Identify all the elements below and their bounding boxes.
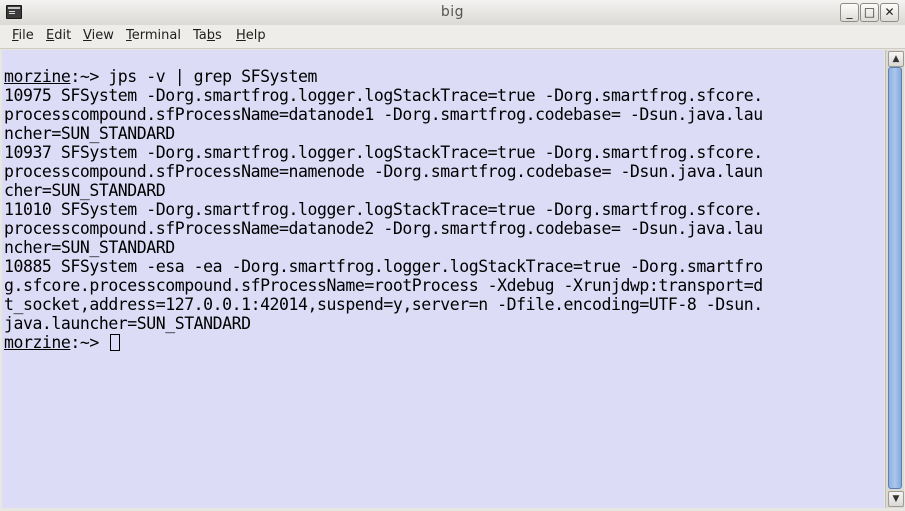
text-cursor — [110, 334, 121, 351]
prompt-suffix: :~> — [70, 333, 109, 352]
close-button[interactable]: ✕ — [880, 3, 899, 22]
output-line: processcompound.sfProcessName=namenode -… — [4, 162, 763, 181]
prompt-host: morzine — [4, 333, 71, 352]
vertical-scrollbar[interactable]: ▲ ▼ — [885, 50, 904, 508]
prompt-suffix: :~> — [70, 67, 109, 86]
output-line: ncher=SUN_STANDARD — [4, 124, 175, 143]
output-line: java.launcher=SUN_STANDARD — [4, 314, 251, 333]
output-line: t_socket,address=127.0.0.1:42014,suspend… — [4, 295, 763, 314]
prompt-host: morzine — [4, 67, 71, 86]
menu-file[interactable]: File — [12, 28, 34, 43]
terminal-text: morzine:~> jps -v | grep SFSystem 10975 … — [2, 50, 884, 352]
arrow-up-icon[interactable]: ▲ — [888, 51, 904, 67]
minimize-button[interactable]: _ — [840, 3, 859, 22]
output-line: 10885 SFSystem -esa -ea -Dorg.smartfrog.… — [4, 257, 763, 276]
title-bar[interactable]: big _ □ ✕ — [0, 0, 905, 26]
command-text: jps -v | grep SFSystem — [108, 67, 317, 86]
output-line: processcompound.sfProcessName=datanode1 … — [4, 105, 763, 124]
terminal-area[interactable]: morzine:~> jps -v | grep SFSystem 10975 … — [2, 50, 884, 508]
menu-view[interactable]: View — [83, 28, 114, 43]
menu-help[interactable]: Help — [236, 28, 266, 43]
arrow-down-icon[interactable]: ▼ — [888, 491, 904, 507]
menu-tabs[interactable]: Tabs — [193, 28, 222, 43]
output-line: cher=SUN_STANDARD — [4, 181, 166, 200]
output-line: 10937 SFSystem -Dorg.smartfrog.logger.lo… — [4, 143, 763, 162]
maximize-button[interactable]: □ — [860, 3, 879, 22]
menu-edit[interactable]: Edit — [46, 28, 71, 43]
menu-bar: File Edit View Terminal Tabs Help — [0, 25, 905, 49]
output-line: g.sfcore.processcompound.sfProcessName=r… — [4, 276, 763, 295]
command-output: 10975 SFSystem -Dorg.smartfrog.logger.lo… — [4, 86, 763, 333]
output-line: 10975 SFSystem -Dorg.smartfrog.logger.lo… — [4, 86, 763, 105]
window-title: big — [440, 4, 465, 20]
output-line: processcompound.sfProcessName=datanode2 … — [4, 219, 763, 238]
output-line: ncher=SUN_STANDARD — [4, 238, 175, 257]
output-line: 11010 SFSystem -Dorg.smartfrog.logger.lo… — [4, 200, 763, 219]
scrollbar-thumb[interactable] — [888, 67, 902, 489]
menu-terminal[interactable]: Terminal — [126, 28, 181, 43]
